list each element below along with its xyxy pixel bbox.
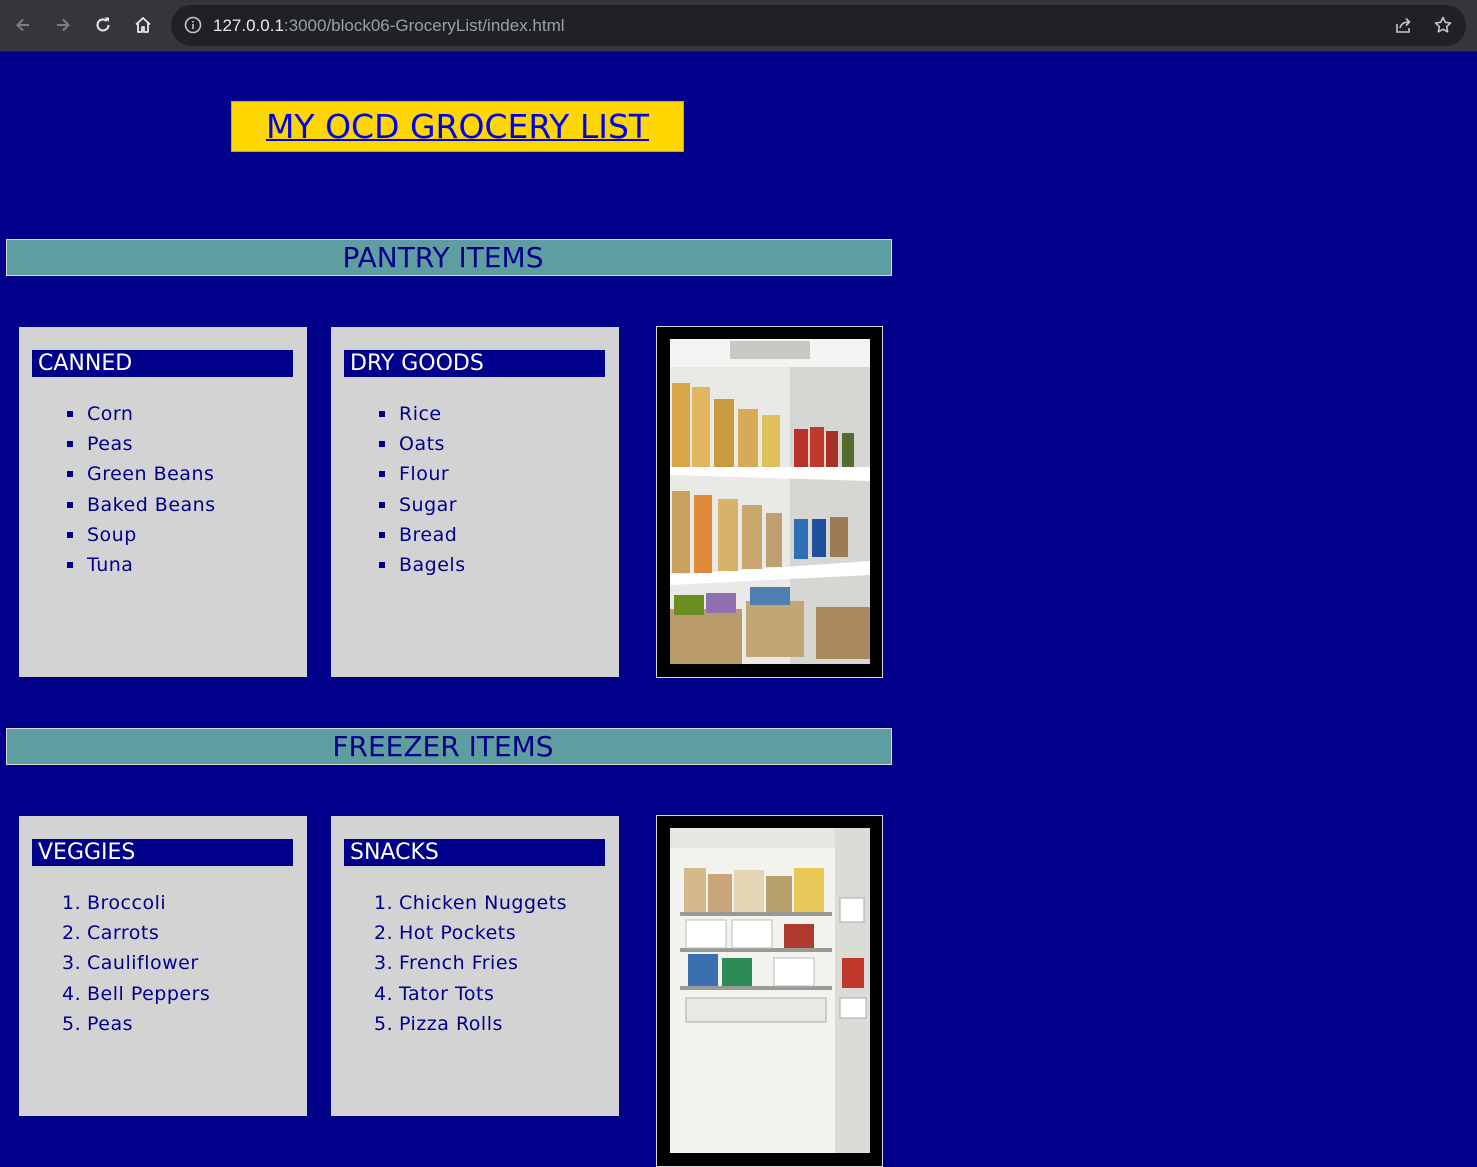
list-item: 1. Broccoli (19, 888, 210, 918)
section-header-pantry: PANTRY ITEMS (6, 239, 892, 276)
share-icon[interactable] (1393, 15, 1415, 37)
list-item: 2. Carrots (19, 918, 210, 948)
list-number: 5. (62, 1012, 82, 1035)
list-item-label: Cauliflower (87, 952, 199, 975)
list-item-label: Carrots (87, 922, 160, 945)
list-item: 4. Tator Tots (331, 979, 567, 1009)
list-number: 2. (374, 922, 394, 945)
item-list: 1. Chicken Nuggets 2. Hot Pockets 3. French… (331, 888, 567, 1039)
site-info-icon[interactable] (184, 16, 202, 34)
browser-toolbar: 127.0.0.1:3000/block06-GroceryList/index… (0, 0, 1477, 52)
card-heading: CANNED (31, 349, 294, 378)
list-number: 2. (62, 922, 82, 945)
list-number: 3. (62, 952, 82, 975)
list-item: Soup (19, 520, 216, 550)
list-item: 1. Chicken Nuggets (331, 888, 567, 918)
page-content: MY OCD GROCERY LIST PANTRY ITEMS CANNED … (0, 53, 1477, 1167)
address-bar[interactable]: 127.0.0.1:3000/block06-GroceryList/index… (171, 5, 1466, 46)
url-host: 127.0.0.1 (213, 16, 284, 35)
list-item: Bagels (331, 550, 466, 580)
list-item: Tuna (19, 550, 216, 580)
bookmark-star-icon[interactable] (1433, 15, 1455, 37)
section-header-freezer: FREEZER ITEMS (6, 728, 892, 765)
list-item: Green Beans (19, 459, 216, 489)
list-item-label: Peas (87, 1012, 134, 1035)
card-dry-goods: DRY GOODS Rice Oats Flour Sugar Bread Ba… (331, 327, 619, 677)
home-icon[interactable] (129, 11, 157, 39)
list-item: 3. Cauliflower (19, 948, 210, 978)
list-item-label: Hot Pockets (399, 922, 517, 945)
url-text[interactable]: 127.0.0.1:3000/block06-GroceryList/index… (213, 5, 565, 46)
list-number: 3. (374, 952, 394, 975)
list-item-label: Chicken Nuggets (399, 892, 568, 914)
card-snacks: SNACKS 1. Chicken Nuggets 2. Hot Pockets 3… (331, 816, 619, 1116)
list-item-label: Tator Tots (399, 982, 495, 1005)
pantry-shelves-photo (656, 326, 883, 678)
card-veggies: VEGGIES 1. Broccoli 2. Carrots 3. Cauliflow… (19, 816, 307, 1116)
list-item-label: Pizza Rolls (399, 1012, 503, 1035)
list-item: Oats (331, 429, 466, 459)
list-item: Bread (331, 520, 466, 550)
list-item: Corn (19, 399, 216, 429)
list-item: 5. Pizza Rolls (331, 1009, 567, 1039)
list-item: Baked Beans (19, 490, 216, 520)
item-list: Rice Oats Flour Sugar Bread Bagels (331, 399, 466, 580)
item-list: 1. Broccoli 2. Carrots 3. Cauliflower 4. Bel… (19, 888, 210, 1039)
list-number: 1. (374, 892, 394, 914)
card-heading: SNACKS (343, 838, 606, 867)
list-item: Flour (331, 459, 466, 489)
list-item: 4. Bell Peppers (19, 979, 210, 1009)
list-item: Rice (331, 399, 466, 429)
page-title-box: MY OCD GROCERY LIST (231, 101, 684, 152)
reload-icon[interactable] (89, 11, 117, 39)
list-item: 3. French Fries (331, 948, 567, 978)
list-item: Peas (19, 429, 216, 459)
list-item-label: Bell Peppers (87, 982, 211, 1005)
card-heading: VEGGIES (31, 838, 294, 867)
list-item-label: Broccoli (87, 892, 167, 914)
list-number: 4. (374, 982, 394, 1005)
url-path: :3000/block06-GroceryList/index.html (283, 16, 565, 35)
list-item: 5. Peas (19, 1009, 210, 1039)
freezer-photo (656, 815, 883, 1167)
card-canned: CANNED Corn Peas Green Beans Baked Beans… (19, 327, 307, 677)
forward-arrow-icon[interactable] (49, 11, 77, 39)
list-number: 1. (62, 892, 82, 914)
section-title: PANTRY ITEMS (342, 241, 544, 274)
section-title: FREEZER ITEMS (332, 730, 554, 763)
item-list: Corn Peas Green Beans Baked Beans Soup T… (19, 399, 216, 580)
list-item: 2. Hot Pockets (331, 918, 567, 948)
list-number: 5. (374, 1012, 394, 1035)
page-title-link[interactable]: MY OCD GROCERY LIST (266, 107, 649, 146)
list-item-label: French Fries (399, 952, 519, 975)
back-arrow-icon[interactable] (9, 11, 37, 39)
list-number: 4. (62, 982, 82, 1005)
card-heading: DRY GOODS (343, 349, 606, 378)
list-item: Sugar (331, 490, 466, 520)
